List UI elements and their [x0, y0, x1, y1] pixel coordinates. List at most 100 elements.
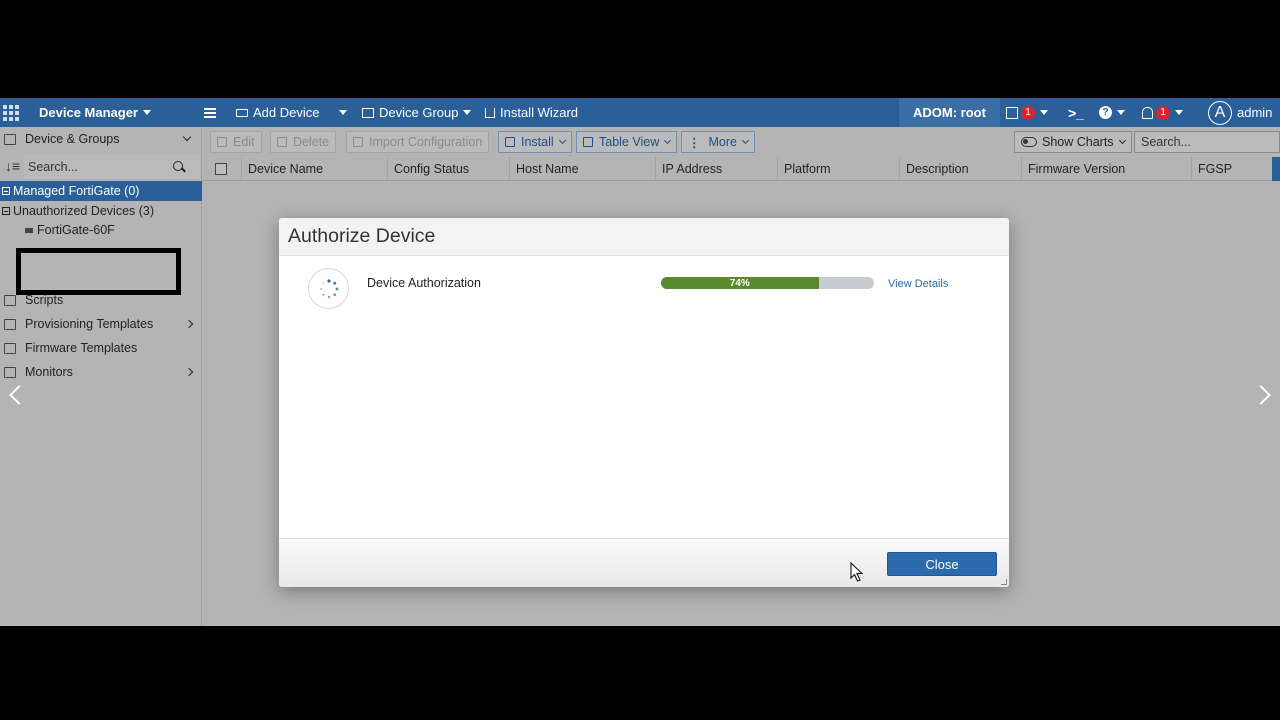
resize-handle-icon[interactable] [1001, 579, 1007, 585]
redaction-box [16, 248, 181, 295]
edit-button[interactable]: Edit [210, 131, 262, 153]
help-icon: ? [1099, 106, 1112, 119]
task-monitor-button[interactable]: 1 [1006, 98, 1048, 127]
notifications-button[interactable]: 1 [1142, 98, 1183, 127]
import-icon [353, 137, 363, 147]
column-label: Device Name [248, 162, 324, 176]
add-device-dropdown[interactable] [334, 98, 347, 127]
close-button[interactable]: Close [887, 552, 997, 576]
sidebar-item-label: Provisioning Templates [25, 317, 154, 331]
column-firmware-version[interactable]: Firmware Version [1021, 157, 1125, 181]
column-label: Platform [784, 162, 831, 176]
tree-node-managed-fortigate[interactable]: Managed FortiGate (0) [0, 181, 202, 201]
column-fgsp[interactable]: FGSP [1191, 157, 1232, 181]
delete-button[interactable]: Delete [270, 131, 337, 153]
sidebar-item-label: Scripts [25, 293, 64, 307]
mouse-cursor-icon [850, 562, 864, 582]
edit-icon [217, 137, 227, 147]
column-label: IP Address [662, 162, 723, 176]
trash-icon [277, 137, 287, 147]
column-config-status[interactable]: Config Status [387, 157, 469, 181]
help-button[interactable]: ? [1099, 98, 1125, 127]
chevron-right-icon [184, 367, 194, 377]
sidebar-item-firmware-templates[interactable]: Firmware Templates [0, 339, 202, 357]
dialog-footer: Close [279, 538, 1009, 587]
show-charts-toggle[interactable]: Show Charts [1014, 131, 1132, 153]
authorize-device-dialog: Authorize Device Device Authorization 74… [279, 218, 1009, 587]
dialog-header: Authorize Device [279, 218, 1009, 256]
chevron-down-icon [741, 136, 750, 145]
avatar: A [1208, 100, 1232, 125]
adom-selector[interactable]: ADOM: root [899, 98, 1000, 127]
user-menu[interactable]: A admin [1208, 98, 1272, 127]
chevron-right-icon[interactable] [1251, 385, 1271, 405]
dialog-body: Device Authorization 74% View Details [279, 256, 1009, 538]
bell-icon [1142, 106, 1153, 119]
device-icon [25, 227, 33, 233]
sidebar-item-provisioning-templates[interactable]: Provisioning Templates [0, 315, 202, 333]
toggle-icon [1021, 137, 1037, 147]
monitor-icon [4, 366, 16, 378]
column-description[interactable]: Description [899, 157, 969, 181]
column-label: Firmware Version [1028, 162, 1126, 176]
group-icon [362, 107, 374, 118]
app-launcher-icon[interactable] [3, 98, 19, 127]
notification-count-badge: 1 [1156, 105, 1170, 120]
column-label: Description [906, 162, 969, 176]
add-device-label: Add Device [253, 105, 320, 120]
column-label: Config Status [394, 162, 470, 176]
template-icon [4, 318, 16, 330]
import-configuration-label: Import Configuration [369, 135, 483, 149]
select-all-checkbox[interactable] [215, 163, 227, 175]
install-wizard-button[interactable]: Install Wizard [485, 98, 578, 127]
search-icon[interactable] [173, 160, 186, 173]
collapse-icon [2, 187, 10, 195]
chevron-down-icon [1118, 136, 1126, 145]
device-search-input[interactable] [1134, 131, 1280, 153]
sidebar-section-devices-groups[interactable]: Device & Groups [0, 128, 202, 150]
column-platform[interactable]: Platform [777, 157, 831, 181]
tree-node-unauthorized-devices[interactable]: Unauthorized Devices (3) [2, 204, 154, 218]
cli-console-button[interactable]: >_ [1068, 98, 1084, 127]
add-device-button[interactable]: Add Device [236, 98, 319, 127]
table-view-button[interactable]: Table View [576, 131, 678, 153]
column-device-name[interactable]: Device Name [241, 157, 323, 181]
device-group-button[interactable]: Device Group [362, 98, 472, 127]
device-group-label: Device Group [379, 105, 459, 120]
more-button[interactable]: ⋮ More [681, 131, 755, 153]
install-button[interactable]: Install [498, 131, 572, 153]
sidebar-item-label: Monitors [25, 365, 73, 379]
download-icon [485, 107, 495, 118]
tree-node-label: FortiGate-60F [37, 223, 115, 237]
sidebar-section-label: Device & Groups [25, 132, 120, 146]
view-details-link[interactable]: View Details [888, 278, 948, 290]
top-navigation-bar: Device Manager Add Device Device Group I… [0, 98, 1280, 127]
app-title-menu[interactable]: Device Manager [39, 98, 151, 127]
chevron-right-icon [184, 319, 194, 329]
script-icon [4, 294, 16, 306]
import-configuration-button[interactable]: Import Configuration [346, 131, 490, 153]
terminal-icon: >_ [1068, 104, 1084, 121]
menu-toggle-button[interactable] [204, 98, 216, 127]
device-table-header: Device Name Config Status Host Name IP A… [202, 157, 1280, 181]
column-ip-address[interactable]: IP Address [655, 157, 722, 181]
column-host-name[interactable]: Host Name [509, 157, 579, 181]
sort-icon[interactable]: ↓≡ [5, 158, 20, 174]
progress-fill: 74% [661, 277, 819, 289]
chip-icon [4, 342, 16, 354]
tree-node-label: Unauthorized Devices (3) [13, 204, 155, 218]
install-label: Install [521, 135, 554, 149]
sidebar-item-scripts[interactable]: Scripts [0, 291, 202, 309]
tree-node-label: Managed FortiGate (0) [13, 184, 140, 198]
column-label: Host Name [516, 162, 579, 176]
show-charts-label: Show Charts [1042, 135, 1114, 149]
table-view-label: Table View [599, 135, 660, 149]
collapse-icon [2, 207, 10, 215]
progress-bar: 74% [661, 277, 874, 289]
column-label: FGSP [1198, 162, 1233, 176]
sidebar-item-monitors[interactable]: Monitors [0, 363, 202, 381]
column-settings-handle[interactable] [1272, 157, 1280, 181]
sidebar-item-label: Firmware Templates [25, 341, 138, 355]
tree-node-device[interactable]: FortiGate-60F [25, 223, 115, 237]
more-label: More [708, 135, 737, 149]
